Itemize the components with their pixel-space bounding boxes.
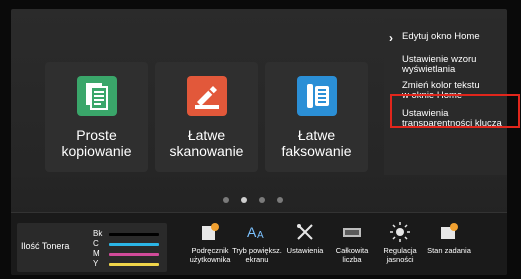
counter-icon [341, 221, 363, 243]
brightness-icon [389, 221, 411, 243]
menu-selection-highlight [390, 94, 520, 128]
bottom-item-job-status[interactable]: Stan zadania [424, 219, 474, 274]
chevron-right-icon[interactable]: › [389, 31, 393, 45]
scan-icon [187, 76, 227, 116]
tile-label-easy-copy: Proste kopiowanie [61, 127, 132, 159]
manual-icon [199, 221, 221, 243]
page-dot-3[interactable] [259, 197, 265, 203]
page-dot-4[interactable] [277, 197, 283, 203]
menu-item-edit-home[interactable]: Edytuj okno Home [402, 32, 507, 42]
fax-icon [297, 76, 337, 116]
toner-bar-c [109, 243, 159, 246]
tile-label-easy-fax: Łatwe faksowanie [281, 127, 352, 159]
toner-key-y: Y [93, 259, 99, 268]
toner-key-bk: Bk [93, 229, 103, 238]
job-status-icon [438, 221, 460, 243]
zoom-text-icon: A A [246, 221, 268, 243]
bottom-bar: Ilość Tonera Bk C M Y Podręcznik użytkow… [11, 212, 507, 275]
toner-label: Ilość Tonera [21, 241, 70, 251]
pagination-dots [223, 197, 303, 207]
tile-label-easy-scan: Łatwe skanowanie [169, 127, 244, 159]
toner-key-c: C [93, 239, 99, 248]
tile-easy-fax[interactable]: Łatwe faksowanie [265, 62, 368, 172]
device-frame: Proste kopiowanie Łatwe skanowanie Łatwe… [0, 0, 521, 279]
page-dot-2[interactable] [241, 197, 247, 203]
bottom-label-job-status: Stan zadania [427, 246, 471, 255]
tile-easy-copy[interactable]: Proste kopiowanie [45, 62, 148, 172]
toner-bar-y [109, 263, 159, 266]
toner-bar-bk [109, 233, 159, 236]
home-screen: Proste kopiowanie Łatwe skanowanie Łatwe… [11, 9, 507, 275]
svg-text:A: A [257, 230, 264, 241]
svg-text:A: A [247, 224, 257, 240]
settings-icon [294, 221, 316, 243]
page-dot-1[interactable] [223, 197, 229, 203]
toner-key-m: M [93, 249, 100, 258]
tile-easy-scan[interactable]: Łatwe skanowanie [155, 62, 258, 172]
toner-panel[interactable]: Ilość Tonera Bk C M Y [17, 223, 167, 272]
toner-bar-m [109, 253, 159, 256]
copy-icon [77, 76, 117, 116]
menu-item-display-pattern[interactable]: Ustawienie wzoru wyświetlania [402, 55, 507, 75]
